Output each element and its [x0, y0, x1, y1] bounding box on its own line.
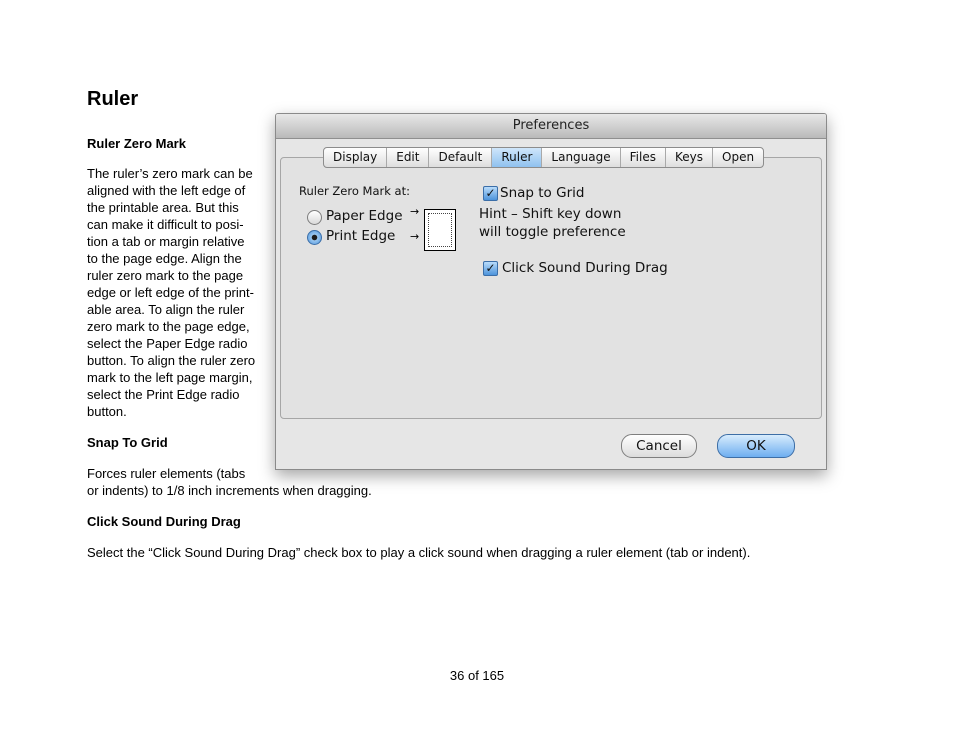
text-line: to the page edge. Align the [87, 251, 242, 266]
tab-files[interactable]: Files [621, 148, 666, 167]
section-heading-ruler-zero-mark: Ruler Zero Mark [87, 136, 186, 151]
text-line: select the Paper Edge radio [87, 336, 248, 351]
text-line: the printable area. But this [87, 200, 239, 215]
page-number: 36 of 165 [449, 668, 505, 683]
text-line: Select the “Click Sound During Drag” che… [87, 545, 751, 560]
snap-to-grid-label[interactable]: Snap to Grid [500, 185, 584, 201]
tab-language[interactable]: Language [542, 148, 621, 167]
tab-bar: Display Edit Default Ruler Language File… [323, 147, 765, 168]
tab-edit[interactable]: Edit [387, 148, 430, 167]
page-diagram-icon [424, 209, 456, 251]
ok-button[interactable]: OK [717, 434, 795, 458]
tab-keys[interactable]: Keys [666, 148, 713, 167]
click-sound-paragraph: Select the “Click Sound During Drag” che… [87, 544, 750, 561]
text-line: aligned with the left edge of [87, 183, 246, 198]
text-line: button. [87, 404, 127, 419]
print-edge-radio[interactable] [307, 230, 322, 245]
zero-mark-label: Ruler Zero Mark at: [299, 184, 410, 198]
paper-edge-radio[interactable] [307, 210, 322, 225]
snap-to-grid-paragraph: Forces ruler elements (tabs or indents) … [87, 465, 372, 499]
text-line: The ruler’s zero mark can be [87, 166, 253, 181]
tab-display[interactable]: Display [324, 148, 388, 167]
text-line: able area. To align the ruler [87, 302, 245, 317]
click-sound-checkbox[interactable]: ✓ [483, 261, 498, 276]
hint-text-line2: will toggle preference [479, 224, 626, 240]
ruler-zero-mark-paragraph: The ruler’s zero mark can be aligned wit… [87, 165, 255, 420]
page-title: Ruler [87, 88, 139, 110]
text-line: button. To align the ruler zero [87, 353, 256, 368]
tab-open[interactable]: Open [713, 148, 763, 167]
arrow-right-icon: → [410, 230, 420, 243]
tab-ruler[interactable]: Ruler [492, 148, 543, 167]
text-line: can make it difficult to posi- [87, 217, 244, 232]
text-line: ruler zero mark to the page [87, 268, 244, 283]
text-line: zero mark to the page edge, [87, 319, 250, 334]
hint-text-line1: Hint – Shift key down [479, 206, 622, 222]
arrow-right-icon: → [410, 205, 420, 218]
text-line: select the Print Edge radio [87, 387, 240, 402]
tab-default[interactable]: Default [429, 148, 493, 167]
text-line: mark to the left page margin, [87, 370, 253, 385]
text-line: tion a tab or margin relative [87, 234, 245, 249]
text-line: edge or left edge of the print- [87, 285, 254, 300]
print-edge-label[interactable]: Print Edge [326, 228, 395, 244]
dialog-title: Preferences [276, 114, 826, 139]
snap-to-grid-checkbox[interactable]: ✓ [483, 186, 498, 201]
cancel-button[interactable]: Cancel [621, 434, 697, 458]
section-heading-click-sound: Click Sound During Drag [87, 514, 241, 529]
preferences-dialog: Preferences Display Edit Default Ruler L… [275, 113, 827, 470]
click-sound-label[interactable]: Click Sound During Drag [502, 260, 668, 276]
section-heading-snap-to-grid: Snap To Grid [87, 435, 168, 450]
text-line: or indents) to 1/8 inch increments when … [87, 483, 372, 498]
paper-edge-label[interactable]: Paper Edge [326, 208, 403, 224]
